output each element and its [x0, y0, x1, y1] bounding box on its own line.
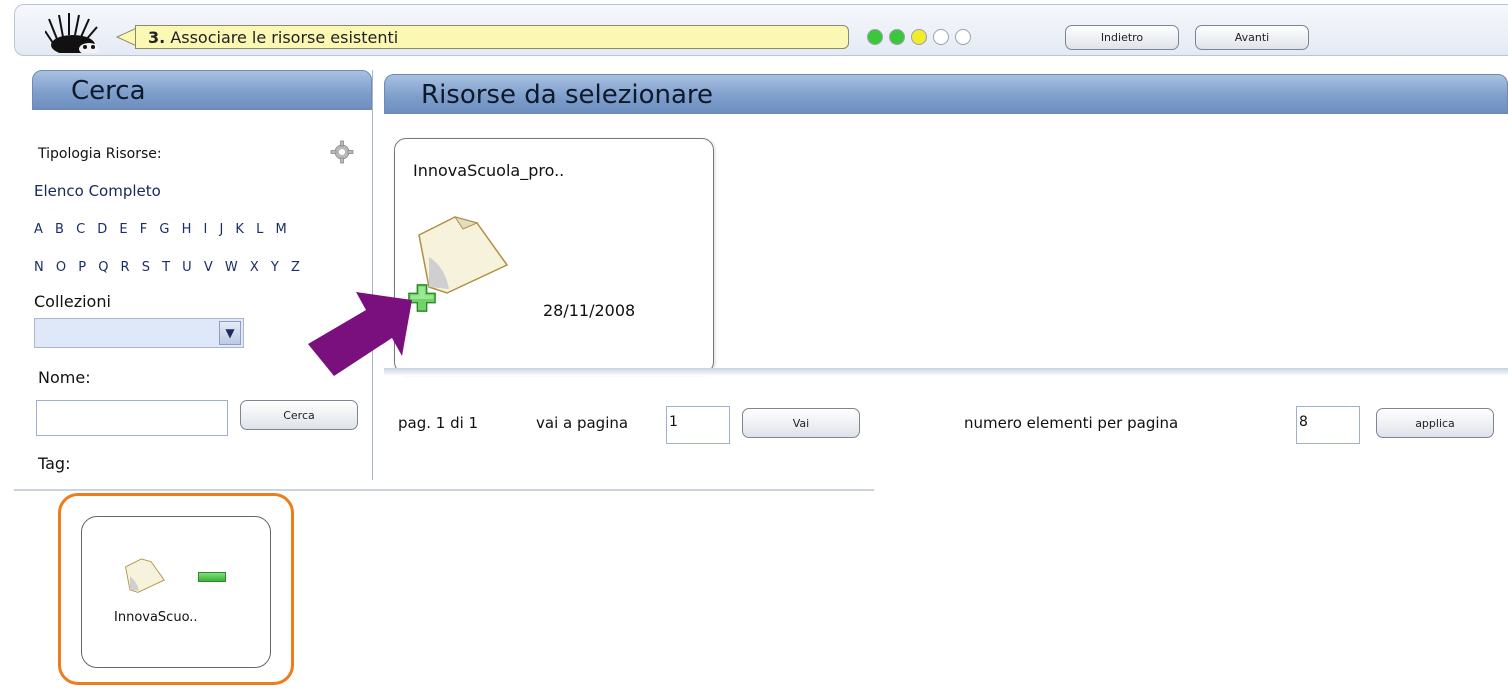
- selected-resource-card[interactable]: InnovaScuo..: [81, 516, 271, 668]
- search-panel-title: Cerca: [71, 76, 146, 106]
- search-panel-header: Cerca: [32, 70, 372, 110]
- per-page-label: numero elementi per pagina: [964, 414, 1179, 432]
- wizard-bar: 3. Associare le risorse esistenti Indiet…: [14, 4, 1508, 56]
- letters-a-m[interactable]: A B C D E F G H I J K L M: [34, 222, 291, 237]
- goto-page-label: vai a pagina: [536, 414, 629, 432]
- name-label: Nome:: [38, 368, 91, 387]
- progress-dot-1: [867, 29, 883, 45]
- goto-page-input[interactable]: 1: [666, 406, 730, 444]
- collections-select[interactable]: ▼: [34, 318, 244, 348]
- results-panel-header: Risorse da selezionare: [384, 74, 1508, 114]
- gear-icon[interactable]: [330, 140, 354, 164]
- hedgehog-logo-icon: [45, 13, 99, 53]
- next-button[interactable]: Avanti: [1195, 25, 1309, 50]
- selected-resources-highlight: InnovaScuo..: [58, 493, 294, 685]
- progress-dot-2: [889, 29, 905, 45]
- step-title: Associare le risorse esistenti: [170, 28, 399, 47]
- step-title-bubble: 3. Associare le risorse esistenti: [135, 25, 849, 49]
- progress-dot-3: [911, 29, 927, 45]
- bottom-separator: [14, 489, 874, 491]
- collections-label: Collezioni: [34, 292, 111, 311]
- document-icon: [125, 558, 165, 593]
- resource-card-title: InnovaScuola_pro..: [413, 161, 565, 180]
- back-button[interactable]: Indietro: [1065, 25, 1179, 50]
- purple-arrow-icon: [308, 292, 412, 376]
- goto-page-button[interactable]: Vai: [742, 408, 860, 438]
- search-button[interactable]: Cerca: [240, 400, 358, 430]
- resource-type-label: Tipologia Risorse:: [38, 146, 162, 162]
- progress-dot-4: [933, 29, 949, 45]
- results-divider: [384, 368, 1508, 376]
- tag-label: Tag:: [38, 454, 71, 473]
- letters-n-z[interactable]: N O P Q R S T U V W X Y Z: [34, 260, 304, 275]
- step-number: 3.: [148, 28, 166, 47]
- page-indicator: pag. 1 di 1: [398, 414, 479, 432]
- selected-resource-name: InnovaScuo..: [114, 610, 198, 625]
- apply-button[interactable]: applica: [1376, 408, 1494, 438]
- chevron-down-icon[interactable]: ▼: [219, 321, 241, 345]
- results-panel: Risorse da selezionare InnovaScuola_pro.…: [384, 74, 1508, 374]
- name-input[interactable]: [36, 400, 228, 436]
- per-page-input[interactable]: 8: [1296, 406, 1360, 444]
- search-panel: Cerca Tipologia Risorse: Elenco Completo…: [24, 70, 373, 480]
- remove-minus-icon[interactable]: [198, 572, 226, 582]
- resource-card[interactable]: InnovaScuola_pro.. 28/11/2008: [394, 138, 714, 374]
- progress-dot-5: [955, 29, 971, 45]
- resource-card-date: 28/11/2008: [543, 301, 636, 320]
- full-list-link[interactable]: Elenco Completo: [34, 182, 161, 200]
- results-panel-title: Risorse da selezionare: [421, 80, 714, 110]
